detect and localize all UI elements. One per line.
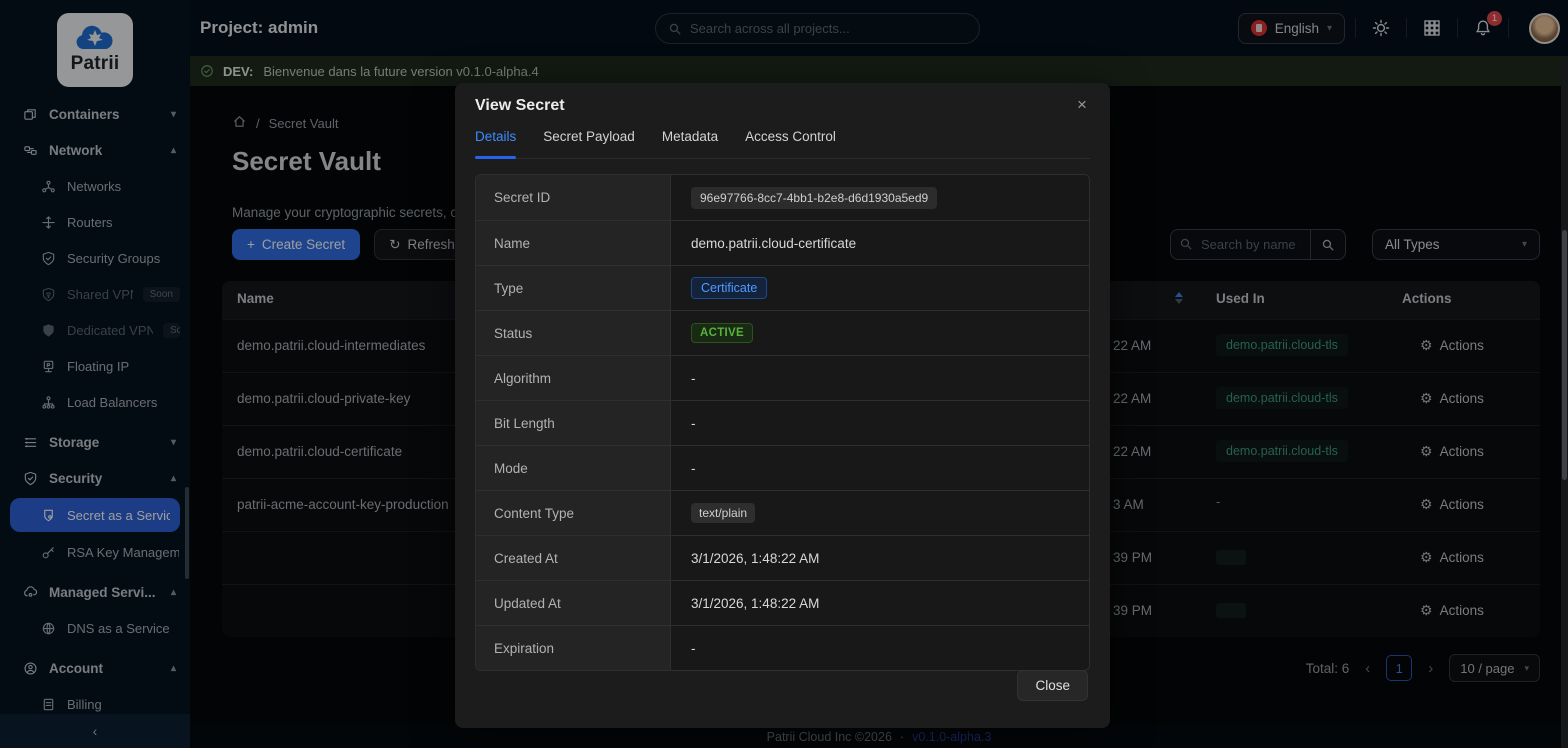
secret-details-table: Secret ID 96e97766-8cc7-4bb1-b2e8-d6d193… (475, 174, 1090, 671)
tab-details[interactable]: Details (475, 129, 517, 159)
detail-value: - (671, 626, 1089, 670)
close-button[interactable]: Close (1017, 670, 1088, 701)
secret-id-value[interactable]: 96e97766-8cc7-4bb1-b2e8-d6d1930a5ed9 (691, 186, 938, 209)
detail-label: Status (476, 311, 671, 355)
detail-value: 3/1/2026, 1:48:22 AM (671, 536, 1089, 580)
detail-row-name: Name demo.patrii.cloud-certificate (476, 220, 1089, 265)
detail-row-expiration: Expiration - (476, 625, 1089, 670)
detail-row-secret-id: Secret ID 96e97766-8cc7-4bb1-b2e8-d6d193… (476, 175, 1089, 220)
detail-label: Algorithm (476, 356, 671, 400)
page-scrollbar-thumb[interactable] (1562, 230, 1567, 480)
modal-title: View Secret (475, 97, 565, 114)
detail-label: Updated At (476, 581, 671, 625)
detail-row-bit-length: Bit Length - (476, 400, 1089, 445)
type-badge: Certificate (691, 277, 768, 299)
detail-label: Mode (476, 446, 671, 490)
detail-value: - (671, 356, 1089, 400)
detail-label: Name (476, 221, 671, 265)
detail-row-status: Status ACTIVE (476, 310, 1089, 355)
modal-tabs: Details Secret Payload Metadata Access C… (475, 129, 1090, 159)
close-icon[interactable]: × (1070, 93, 1094, 117)
view-secret-modal: View Secret × Details Secret Payload Met… (455, 83, 1110, 728)
detail-row-content-type: Content Type text/plain (476, 490, 1089, 535)
detail-row-algorithm: Algorithm - (476, 355, 1089, 400)
detail-row-created-at: Created At 3/1/2026, 1:48:22 AM (476, 535, 1089, 580)
detail-row-updated-at: Updated At 3/1/2026, 1:48:22 AM (476, 580, 1089, 625)
tab-secret-payload[interactable]: Secret Payload (543, 129, 635, 158)
status-badge: ACTIVE (691, 323, 753, 343)
detail-value: 3/1/2026, 1:48:22 AM (671, 581, 1089, 625)
detail-value: - (671, 446, 1089, 490)
content-type-pill: text/plain (691, 503, 756, 523)
detail-label: Bit Length (476, 401, 671, 445)
page-scrollbar[interactable] (1561, 60, 1568, 748)
detail-row-mode: Mode - (476, 445, 1089, 490)
detail-label: Secret ID (476, 175, 671, 220)
tab-access-control[interactable]: Access Control (745, 129, 836, 158)
app-root: Patrii Containers ▾ Network ▴ Networks R… (0, 0, 1568, 748)
tab-metadata[interactable]: Metadata (662, 129, 718, 158)
detail-label: Content Type (476, 491, 671, 535)
detail-label: Created At (476, 536, 671, 580)
detail-row-type: Type Certificate (476, 265, 1089, 310)
detail-label: Expiration (476, 626, 671, 670)
detail-label: Type (476, 266, 671, 310)
detail-value: - (671, 401, 1089, 445)
detail-value: demo.patrii.cloud-certificate (671, 221, 1089, 265)
